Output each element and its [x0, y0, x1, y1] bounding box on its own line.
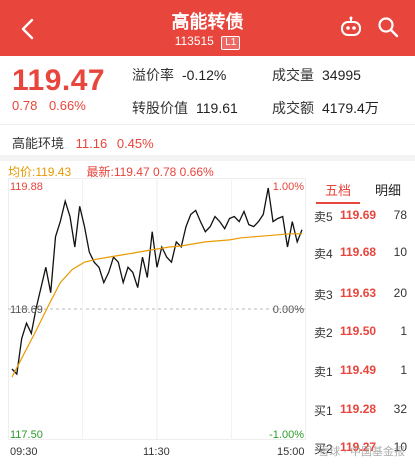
order-qty: 1: [400, 324, 407, 338]
y-axis-mid-label: 118.69: [10, 304, 43, 316]
latest-price-legend: 最新:119.47 0.78 0.66%: [86, 165, 214, 179]
price-change: 0.78 0.66%: [12, 98, 94, 113]
conversion-value: 转股价值 119.61: [132, 98, 238, 118]
turnover-label: 成交额: [272, 100, 314, 116]
order-qty: 10: [393, 245, 407, 259]
order-book-tabs: 五档 明细: [310, 180, 415, 204]
turnover: 成交额 4179.4万: [272, 98, 379, 118]
order-row: 卖5 119.69 78: [310, 208, 415, 228]
underlying-stock-price: 11.16: [75, 136, 108, 151]
y-axis-bottom-label: 117.50: [10, 429, 43, 440]
underlying-stock-row[interactable]: 高能环境 11.16 0.45%: [12, 133, 154, 152]
order-qty: 20: [393, 286, 407, 300]
premium-label: 溢价率: [132, 67, 174, 83]
premium-rate: 溢价率 -0.12%: [132, 65, 226, 85]
level-badge: L1: [221, 36, 241, 50]
conversion-label: 转股价值: [132, 100, 188, 116]
top-bar: 高能转债 113515 L1: [0, 0, 415, 56]
order-price: 119.50: [340, 324, 377, 338]
x-axis-start: 09:30: [10, 446, 38, 458]
underlying-stock-pct: 0.45%: [116, 136, 154, 151]
order-row: 卖4 119.68 10: [310, 245, 415, 265]
order-level: 卖1: [314, 365, 333, 379]
bond-code: 113515: [174, 34, 214, 48]
order-qty: 1: [400, 363, 407, 377]
x-axis-end: 15:00: [277, 446, 305, 458]
order-price: 119.28: [340, 402, 377, 416]
intraday-chart[interactable]: 119.88 118.69 117.50 1.00% 0.00% -1.00%: [8, 178, 306, 440]
pct-axis-mid-label: 0.00%: [273, 304, 304, 316]
tab-five-level[interactable]: 五档: [316, 180, 360, 204]
section-separator: [0, 155, 415, 161]
order-level: 卖5: [314, 210, 333, 224]
order-price: 119.49: [340, 363, 377, 377]
robot-assistant-button[interactable]: [339, 16, 363, 43]
order-level: 买1: [314, 404, 333, 418]
order-qty: 78: [393, 208, 407, 222]
intraday-chart-svg: 119.88 118.69 117.50 1.00% 0.00% -1.00%: [8, 178, 306, 440]
average-price-legend: 均价:119.43: [8, 165, 72, 179]
tab-detail[interactable]: 明细: [366, 180, 410, 202]
y-axis-top-label: 119.88: [10, 181, 43, 193]
change-amount: 0.78: [12, 98, 38, 113]
watermark: 雪球 · 中国基金报: [318, 446, 405, 458]
quote-panel: 119.47 0.78 0.66% 溢价率 -0.12% 成交量 34995 转股价…: [0, 56, 415, 122]
order-price: 119.68: [340, 245, 377, 259]
order-level: 卖2: [314, 326, 333, 340]
order-row: 卖3 119.63 20: [310, 286, 415, 306]
order-qty: 32: [393, 402, 407, 416]
robot-assistant-icon: [341, 16, 361, 36]
order-row: 卖2 119.50 1: [310, 324, 415, 344]
order-level: 卖4: [314, 247, 333, 261]
turnover-value: 4179.4万: [322, 100, 379, 116]
divider: [0, 124, 415, 125]
order-price: 119.63: [340, 286, 377, 300]
order-row: 卖1 119.49 1: [310, 363, 415, 383]
volume: 成交量 34995: [272, 65, 361, 85]
order-price: 119.69: [340, 208, 377, 222]
premium-value: -0.12%: [182, 67, 227, 83]
pct-axis-top-label: 1.00%: [273, 181, 304, 193]
search-button[interactable]: [377, 16, 399, 43]
conversion-value-number: 119.61: [196, 100, 238, 116]
change-percent: 0.66%: [48, 98, 86, 113]
order-level: 卖3: [314, 288, 333, 302]
last-price: 119.47: [12, 64, 106, 97]
order-row: 买1 119.28 32: [310, 402, 415, 422]
underlying-stock-name: 高能环境: [12, 136, 65, 151]
pct-axis-bottom-label: -1.00%: [269, 429, 304, 440]
volume-label: 成交量: [272, 67, 314, 83]
volume-value: 34995: [322, 67, 361, 83]
x-axis-mid: 11:30: [143, 446, 170, 458]
search-icon: [378, 17, 399, 38]
